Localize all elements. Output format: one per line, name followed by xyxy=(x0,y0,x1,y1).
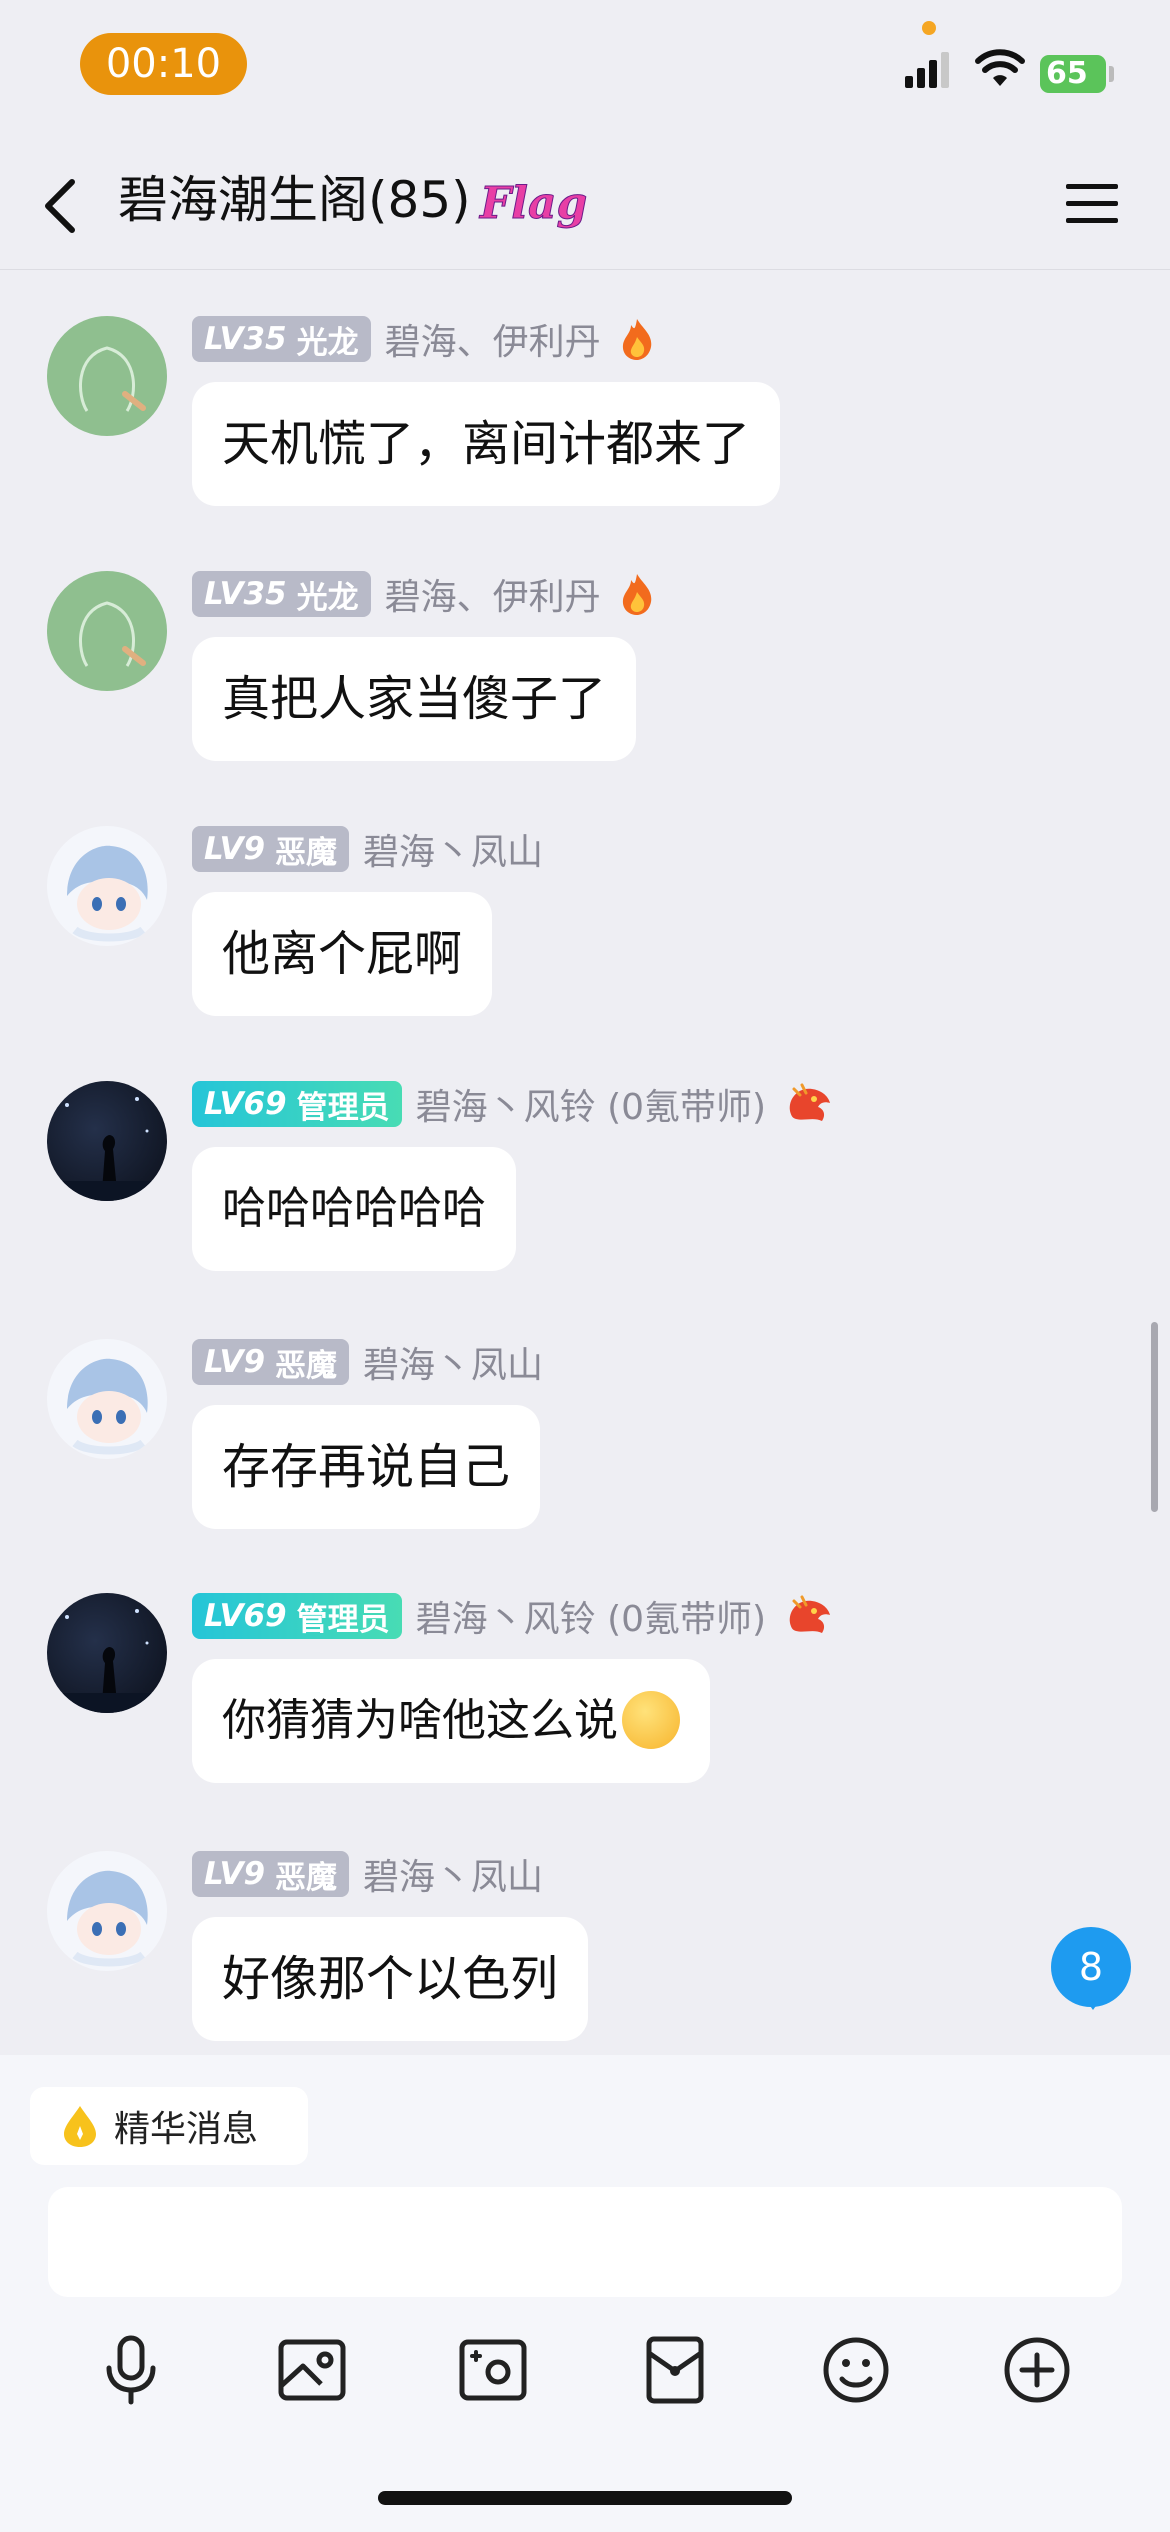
unread-badge-tail xyxy=(1083,1996,1103,2010)
sender-name[interactable]: 碧海、伊利丹 xyxy=(385,568,601,620)
message-meta: LV9 恶魔 碧海丶凤山 xyxy=(192,1848,543,1900)
battery-cap xyxy=(1109,66,1114,82)
level-number: LV69 xyxy=(204,1086,287,1122)
composer-toolbar xyxy=(0,2325,1170,2425)
message-bubble[interactable]: 他离个屁啊 xyxy=(192,892,493,1016)
red-packet-icon xyxy=(646,2336,704,2404)
essence-label: 精华消息 xyxy=(114,2109,259,2150)
more-button[interactable] xyxy=(992,2325,1082,2415)
admin-level-badge: LV69 管理员 xyxy=(192,1081,402,1127)
anime-avatar-icon xyxy=(67,1870,148,1967)
avatar[interactable] xyxy=(47,1593,167,1713)
level-title: 管理员 xyxy=(296,1601,390,1638)
level-number: LV35 xyxy=(204,321,287,357)
night-silhouette-avatar-icon xyxy=(47,1097,167,1201)
message-bubble[interactable]: 好像那个以色列 xyxy=(192,1917,589,2041)
message-bubble[interactable]: 天机慌了，离间计都来了 xyxy=(192,382,781,506)
avatar-silhouette-icon xyxy=(79,346,146,412)
home-indicator[interactable] xyxy=(378,2491,792,2505)
message-bubble[interactable]: 哈哈哈哈哈哈 xyxy=(192,1147,516,1271)
sender-name[interactable]: 碧海丶风铃 (0氪带师) xyxy=(416,1078,766,1130)
level-badge: LV35 光龙 xyxy=(192,316,371,362)
smirk-emoji-icon xyxy=(622,1690,680,1749)
scrollbar[interactable] xyxy=(1151,1322,1158,1512)
emoji-icon xyxy=(823,2337,889,2403)
sender-name[interactable]: 碧海丶凤山 xyxy=(363,1336,543,1388)
message-meta: LV35 光龙 碧海、伊利丹 xyxy=(192,568,655,620)
level-badge: LV9 恶魔 xyxy=(192,1851,350,1897)
dragon-icon xyxy=(789,1083,831,1121)
flame-icon xyxy=(622,319,651,360)
menu-icon[interactable] xyxy=(1066,182,1118,226)
avatar[interactable] xyxy=(47,1851,167,1971)
level-number: LV69 xyxy=(204,1598,287,1634)
level-title: 恶魔 xyxy=(275,834,338,871)
privacy-indicator-icon xyxy=(922,21,936,35)
status-bar: 00:10 65 xyxy=(0,0,1170,130)
flame-icon xyxy=(622,574,651,615)
level-badge: LV9 恶魔 xyxy=(192,826,350,872)
level-number: LV35 xyxy=(204,576,287,612)
image-button[interactable] xyxy=(267,2325,357,2415)
red-packet-button[interactable] xyxy=(630,2325,720,2415)
level-badge: LV35 光龙 xyxy=(192,571,371,617)
level-number: LV9 xyxy=(204,1344,266,1380)
nav-bar: 碧海潮生阁(85) Flag xyxy=(0,130,1170,270)
message-meta: LV69 管理员 碧海丶风铃 (0氪带师) xyxy=(192,1078,834,1130)
flag-badge: Flag xyxy=(479,178,588,230)
back-chevron-icon[interactable] xyxy=(40,176,80,236)
dragon-icon xyxy=(789,1595,831,1633)
essence-drop-icon xyxy=(64,2106,96,2147)
message-meta: LV69 管理员 碧海丶风铃 (0氪带师) xyxy=(192,1590,834,1642)
cellular-signal-icon xyxy=(905,52,949,88)
sender-name[interactable]: 碧海、伊利丹 xyxy=(385,313,601,365)
level-title: 光龙 xyxy=(296,324,359,361)
message-input[interactable] xyxy=(48,2187,1122,2297)
level-title: 恶魔 xyxy=(275,1347,338,1384)
emoji-button[interactable] xyxy=(811,2325,901,2415)
wifi-icon xyxy=(975,49,1025,86)
avatar[interactable] xyxy=(47,826,167,946)
level-title: 管理员 xyxy=(296,1089,390,1126)
image-icon xyxy=(278,2339,346,2401)
camera-button[interactable] xyxy=(448,2325,538,2415)
message-meta: LV9 恶魔 碧海丶凤山 xyxy=(192,1336,543,1388)
plus-icon xyxy=(1004,2337,1070,2403)
message-bubble[interactable]: 你猜猜为啥他这么说 xyxy=(192,1659,710,1783)
unread-count-badge[interactable]: 8 xyxy=(1051,1927,1131,2007)
message-meta: LV9 恶魔 碧海丶凤山 xyxy=(192,823,543,875)
sender-name[interactable]: 碧海丶凤山 xyxy=(363,1848,543,1900)
level-badge: LV9 恶魔 xyxy=(192,1339,350,1385)
avatar[interactable] xyxy=(47,1339,167,1459)
admin-level-badge: LV69 管理员 xyxy=(192,1593,402,1639)
camera-icon xyxy=(459,2339,527,2401)
level-title: 光龙 xyxy=(296,579,359,616)
night-silhouette-avatar-icon xyxy=(47,1609,167,1713)
level-number: LV9 xyxy=(204,831,266,867)
battery-level: 65 xyxy=(1040,55,1106,93)
sender-name[interactable]: 碧海丶风铃 (0氪带师) xyxy=(416,1590,766,1642)
essence-messages-button[interactable]: 精华消息 xyxy=(30,2087,308,2165)
message-meta: LV35 光龙 碧海、伊利丹 xyxy=(192,313,655,365)
sender-name[interactable]: 碧海丶凤山 xyxy=(363,823,543,875)
level-number: LV9 xyxy=(204,1856,266,1892)
message-list[interactable]: LV35 光龙 碧海、伊利丹 天机慌了，离间计都来了 LV35 光龙 碧海、伊利… xyxy=(0,271,1170,2055)
anime-avatar-icon xyxy=(67,845,148,942)
message-bubble[interactable]: 真把人家当傻子了 xyxy=(192,637,637,761)
avatar-silhouette-icon xyxy=(79,601,146,667)
avatar[interactable] xyxy=(47,1081,167,1201)
avatar[interactable] xyxy=(47,316,167,436)
group-title: 碧海潮生阁(85) xyxy=(118,171,471,229)
composer-area: 精华消息 xyxy=(0,2055,1170,2532)
message-bubble[interactable]: 存存再说自己 xyxy=(192,1405,541,1529)
message-text: 你猜猜为啥他这么说 xyxy=(222,1695,618,1746)
anime-avatar-icon xyxy=(67,1358,148,1455)
level-title: 恶魔 xyxy=(275,1859,338,1896)
avatar[interactable] xyxy=(47,571,167,691)
status-time: 00:10 xyxy=(80,33,247,95)
voice-button[interactable] xyxy=(86,2325,176,2415)
microphone-icon xyxy=(106,2335,156,2405)
